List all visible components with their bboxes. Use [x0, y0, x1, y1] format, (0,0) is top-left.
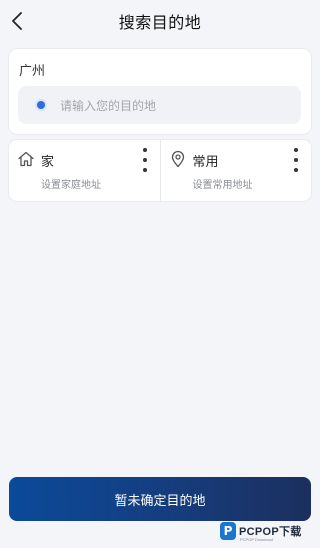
destination-input[interactable]: 请输入您的目的地 [18, 86, 301, 124]
confirm-destination-button[interactable]: 暂未确定目的地 [9, 477, 311, 521]
home-icon [18, 151, 34, 167]
home-label: 家 [41, 155, 55, 170]
address-shortcuts: 家 设置家庭地址 常用 设置常用地址 [9, 140, 311, 201]
destination-placeholder: 请输入您的目的地 [60, 98, 157, 113]
page-title: 搜索目的地 [118, 13, 202, 32]
location-dot-icon [37, 101, 45, 109]
city-selector[interactable]: 广州 [19, 60, 45, 79]
watermark-subtext: PCPOP Download [240, 537, 273, 542]
frequent-address-shortcut[interactable]: 常用 设置常用地址 [159, 140, 312, 201]
home-sublabel: 设置家庭地址 [41, 180, 101, 191]
more-vertical-icon[interactable] [289, 148, 303, 172]
top-bar: 搜索目的地 [0, 0, 320, 42]
frequent-sublabel: 设置常用地址 [192, 180, 253, 191]
more-vertical-icon[interactable] [138, 148, 152, 172]
watermark-logo: P [220, 522, 236, 540]
home-address-shortcut[interactable]: 家 设置家庭地址 [9, 140, 160, 201]
search-card: 广州 请输入您的目的地 [9, 49, 311, 134]
watermark: P PCPOP下载 PCPOP Download [220, 519, 318, 543]
location-pin-icon [171, 150, 184, 168]
frequent-label: 常用 [192, 155, 219, 170]
